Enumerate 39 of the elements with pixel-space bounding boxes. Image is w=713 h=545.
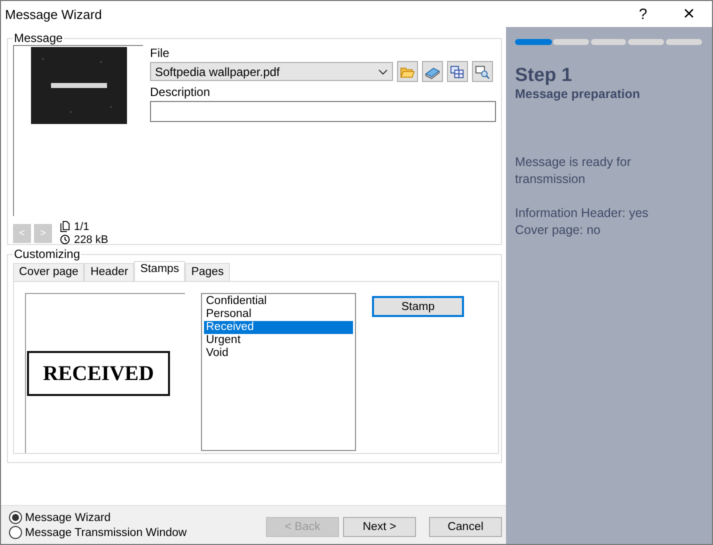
window-title: Message Wizard bbox=[4, 6, 103, 22]
stamp-button[interactable]: Stamp bbox=[372, 296, 464, 317]
list-item[interactable]: Void bbox=[204, 347, 353, 360]
step-title: Step 1 bbox=[515, 65, 574, 87]
list-item[interactable]: Urgent bbox=[204, 334, 353, 347]
info-line: Cover page: no bbox=[515, 222, 602, 239]
page-count: 1/1 bbox=[74, 220, 90, 232]
file-size: 228 kB bbox=[74, 234, 108, 246]
scanner-icon[interactable] bbox=[422, 61, 443, 82]
radio-button[interactable] bbox=[9, 526, 22, 539]
step-subtitle: Message preparation bbox=[515, 87, 642, 101]
close-button[interactable]: × bbox=[666, 2, 712, 26]
radio-label[interactable]: Message Wizard bbox=[25, 512, 111, 524]
description-field[interactable] bbox=[150, 101, 496, 122]
tab[interactable]: Stamps bbox=[134, 261, 186, 281]
list-item[interactable]: Personal bbox=[204, 308, 353, 321]
stamp-preview: RECEIVED bbox=[27, 351, 170, 396]
group-label: Message bbox=[13, 31, 64, 45]
list-item[interactable]: Confidential bbox=[204, 295, 353, 308]
file-dropdown[interactable]: Softpedia wallpaper.pdf bbox=[150, 62, 393, 81]
info-line: Information Header: yes bbox=[515, 205, 650, 222]
tab[interactable]: Header bbox=[84, 263, 134, 281]
tab[interactable]: Pages bbox=[185, 263, 230, 281]
description-label: Description bbox=[150, 85, 212, 100]
caret-icon bbox=[378, 68, 388, 74]
file-label: File bbox=[150, 46, 170, 61]
tab[interactable]: Cover page bbox=[13, 263, 84, 281]
clock-icon bbox=[60, 234, 70, 245]
pages-grid-icon[interactable] bbox=[447, 61, 468, 82]
pages-icon bbox=[60, 221, 70, 232]
radio-button[interactable] bbox=[9, 511, 22, 524]
preview-zoom-icon[interactable] bbox=[472, 61, 493, 82]
radio-label[interactable]: Message Transmission Window bbox=[25, 526, 187, 538]
help-button[interactable]: ? bbox=[620, 6, 666, 22]
group-label: Customizing bbox=[13, 247, 82, 261]
list-item[interactable]: Received bbox=[204, 321, 353, 334]
status-text: Message is ready for transmission bbox=[515, 154, 632, 188]
wizard-button[interactable]: Cancel bbox=[429, 517, 502, 537]
wizard-button[interactable]: Next > bbox=[343, 517, 416, 537]
